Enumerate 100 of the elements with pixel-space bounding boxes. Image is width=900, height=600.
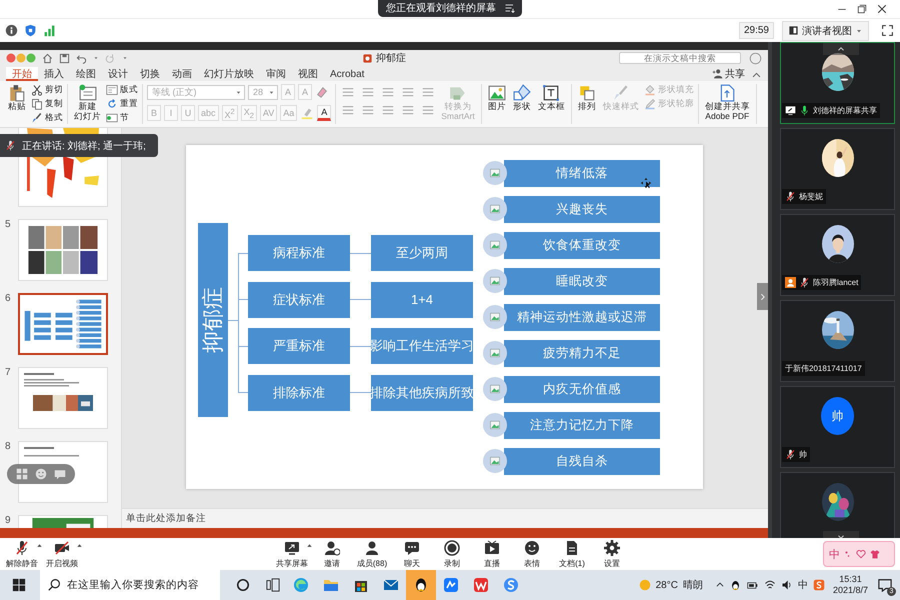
task-view-icon[interactable] bbox=[266, 578, 280, 592]
toolbar-button[interactable]: 设置 bbox=[604, 540, 620, 568]
punctuation-icon[interactable] bbox=[844, 550, 852, 558]
save-icon[interactable] bbox=[59, 52, 70, 64]
taskbar-app[interactable] bbox=[406, 570, 436, 600]
wifi-icon[interactable] bbox=[764, 579, 776, 591]
criterion-box: 症状标准 bbox=[248, 282, 350, 318]
toolbar-button[interactable]: 解除静音 bbox=[6, 540, 38, 568]
toolbar-button[interactable]: 开启视频 bbox=[46, 540, 78, 568]
speaker-icon[interactable] bbox=[780, 579, 793, 591]
ribbon-button[interactable]: 节 bbox=[106, 112, 138, 124]
presenter-view-button[interactable]: 演讲者视图 bbox=[782, 20, 869, 40]
notes-placeholder[interactable]: 单击此处添加备注 bbox=[126, 512, 206, 525]
ribbon-tab[interactable]: 视图 bbox=[292, 67, 324, 81]
picture-icon bbox=[488, 84, 506, 102]
weather-widget[interactable]: 28°C 晴朗 bbox=[638, 578, 703, 592]
value-box: 1+4 bbox=[371, 282, 473, 318]
expand-handle[interactable] bbox=[757, 283, 768, 310]
caret-icon[interactable] bbox=[306, 542, 313, 548]
shield-icon[interactable] bbox=[24, 24, 37, 37]
window-controls-icon[interactable] bbox=[6, 53, 36, 63]
toolbar-button[interactable]: 录制 bbox=[444, 540, 460, 568]
toolbar-button[interactable]: 直播 bbox=[484, 540, 500, 568]
ribbon-tab[interactable]: 切换 bbox=[134, 67, 166, 81]
ribbon-button[interactable]: 图片 bbox=[486, 84, 508, 112]
search-field[interactable]: 在演示文稿中搜索 bbox=[619, 52, 741, 64]
fullscreen-icon[interactable] bbox=[881, 24, 894, 37]
toolbar-button[interactable]: 共享屏幕 bbox=[276, 540, 308, 568]
sogou-icon[interactable] bbox=[812, 579, 825, 591]
cortana-icon[interactable] bbox=[236, 578, 250, 592]
profile-icon[interactable] bbox=[749, 52, 762, 64]
start-icon[interactable] bbox=[12, 578, 26, 592]
input-mode[interactable]: 中 bbox=[798, 578, 808, 592]
ribbon-button[interactable]: 剪切 bbox=[31, 84, 63, 96]
smile-icon[interactable] bbox=[34, 468, 47, 480]
slide-number: 5 bbox=[5, 219, 12, 230]
participant-name: 刘德祥的屏幕共享 bbox=[813, 105, 877, 116]
search-field[interactable]: 在这里输入你要搜索的内容 bbox=[40, 570, 220, 600]
symptom-box: 饮食体重改变 bbox=[504, 232, 660, 258]
caret-icon[interactable] bbox=[122, 55, 128, 61]
clipboard-icon bbox=[8, 84, 26, 102]
browser-icon bbox=[503, 577, 519, 593]
ribbon-tab[interactable]: Acrobat bbox=[324, 67, 370, 81]
caret-icon[interactable] bbox=[36, 542, 43, 548]
ribbon-button[interactable]: 文本框 bbox=[536, 84, 567, 112]
toolbar-button[interactable]: 文档(1) bbox=[559, 540, 585, 568]
toolbar-button[interactable]: 邀请 bbox=[324, 540, 340, 568]
ribbon-button[interactable]: 排列 bbox=[576, 84, 598, 112]
shirt-icon[interactable] bbox=[870, 549, 880, 559]
grid-icon[interactable] bbox=[16, 468, 28, 480]
penguin-icon[interactable] bbox=[730, 580, 741, 590]
brush-icon bbox=[612, 84, 630, 102]
ribbon-tab[interactable]: 审阅 bbox=[260, 67, 292, 81]
ribbon-button[interactable]: 新建 幻灯片 bbox=[72, 84, 103, 121]
share-button[interactable]: 共享 bbox=[712, 66, 745, 80]
signal-icon[interactable] bbox=[43, 24, 56, 37]
ribbon-button[interactable]: 形状 bbox=[510, 84, 533, 112]
connector-line bbox=[350, 299, 371, 300]
toolbar-button[interactable]: 成员(88) bbox=[356, 540, 388, 568]
undo-icon[interactable] bbox=[76, 52, 87, 64]
ribbon-button[interactable]: 版式 bbox=[106, 84, 138, 96]
chat-icon[interactable] bbox=[54, 468, 66, 480]
info-icon[interactable] bbox=[5, 24, 18, 37]
close-icon[interactable] bbox=[876, 3, 888, 15]
ribbon-tab[interactable]: 绘图 bbox=[70, 67, 102, 81]
image-icon bbox=[489, 203, 501, 215]
caret-icon[interactable] bbox=[93, 55, 99, 61]
symptom-box: 兴趣丧失 bbox=[504, 196, 660, 222]
toolbar-button[interactable]: 聊天 bbox=[404, 540, 420, 568]
clock[interactable]: 15:31 2021/8/7 bbox=[832, 574, 868, 596]
image-icon bbox=[489, 239, 501, 251]
ribbon-tab[interactable]: 插入 bbox=[38, 67, 70, 81]
slide-number: 7 bbox=[5, 367, 12, 378]
ribbon-button[interactable]: 格式 bbox=[31, 112, 63, 124]
toolbar-button[interactable]: 表情 bbox=[524, 540, 540, 568]
participant-name: 陈羽腾lancet bbox=[813, 277, 858, 288]
home-icon[interactable] bbox=[42, 52, 53, 64]
ribbon-tab[interactable]: 幻灯片放映 bbox=[198, 67, 260, 81]
criterion-box: 排除标准 bbox=[248, 374, 350, 411]
criterion-box: 严重标准 bbox=[248, 328, 350, 364]
connector-line bbox=[350, 252, 371, 254]
font-color-button[interactable]: A bbox=[317, 105, 332, 121]
ribbon-button[interactable]: 重置 bbox=[106, 98, 138, 110]
slide-number: 9 bbox=[5, 515, 12, 526]
list-icon[interactable] bbox=[504, 2, 516, 14]
section-icon bbox=[106, 112, 118, 124]
connector-line bbox=[350, 346, 371, 347]
text-lines-drawing bbox=[24, 447, 79, 457]
ribbon-button[interactable]: 创建并共享 Adobe PDF bbox=[702, 84, 752, 121]
restore-icon[interactable] bbox=[856, 3, 868, 15]
eraser-icon[interactable] bbox=[315, 85, 329, 99]
ribbon-button[interactable]: 粘贴 bbox=[6, 84, 28, 112]
heart-icon[interactable] bbox=[856, 549, 866, 559]
ribbon-button[interactable]: 复制 bbox=[31, 98, 63, 110]
caret-icon[interactable] bbox=[76, 542, 83, 548]
ribbon-tab[interactable]: 开始 bbox=[6, 67, 38, 81]
battery-icon[interactable] bbox=[746, 580, 759, 590]
ribbon-tab[interactable]: 设计 bbox=[102, 67, 134, 81]
temperature: 28°C bbox=[656, 580, 678, 590]
ribbon-tab[interactable]: 动画 bbox=[166, 67, 198, 81]
